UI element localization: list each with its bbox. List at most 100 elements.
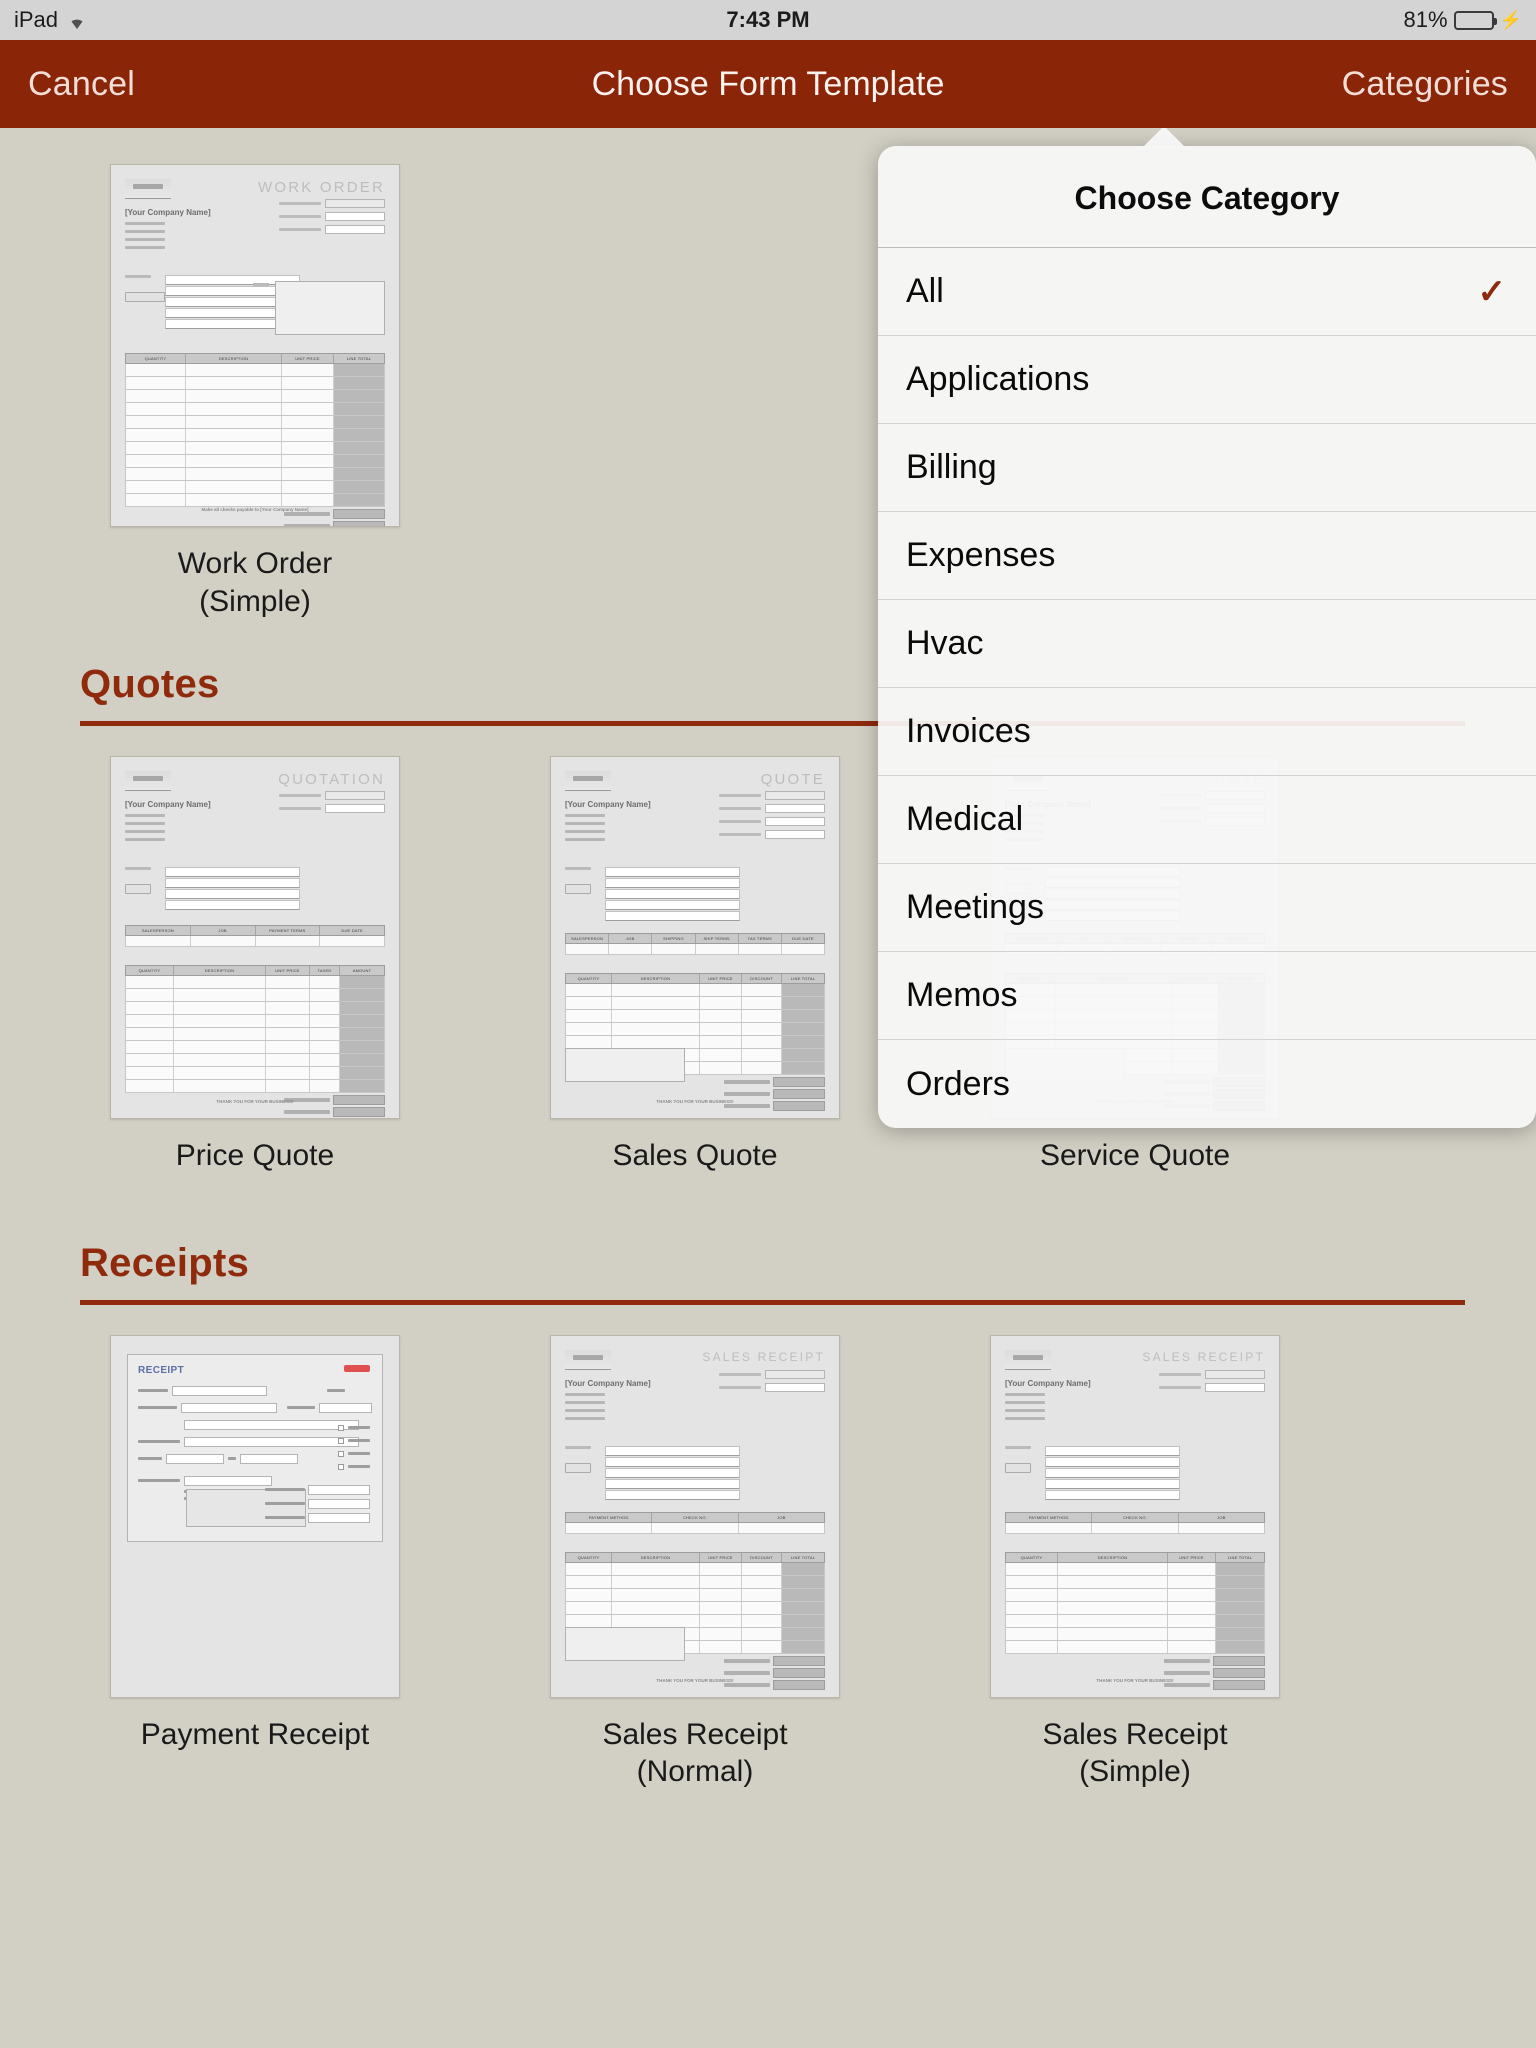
terms-table: PAYMENT METHOD CHECK NO. JOB (565, 1511, 825, 1534)
doc-preview-work-order: WORK ORDER [Your Company Name] QUANTITY … (111, 165, 399, 526)
category-popover[interactable]: Choose Category All✓Applications✓Billing… (878, 146, 1536, 1128)
section-divider (80, 1299, 1465, 1305)
doc-meta-fields (277, 791, 385, 817)
line-items-table: QUANTITY DESCRIPTION UNIT PRICE LINE TOT… (125, 353, 385, 526)
address-lines (125, 814, 385, 841)
category-item-all[interactable]: All ✓ (878, 248, 1536, 336)
category-item-medical[interactable]: Medical✓ (878, 776, 1536, 864)
doc-footnote: THANK YOU FOR YOUR BUSINESS! (656, 1099, 734, 1104)
template-card-work-order-simple[interactable]: WORK ORDER [Your Company Name] QUANTITY … (80, 164, 430, 620)
totals-block (565, 1077, 825, 1113)
category-item-label: Hvac (906, 624, 984, 662)
template-label: Sales Receipt (Simple) (1042, 1716, 1227, 1791)
address-lines (565, 1392, 825, 1420)
battery-percent-label: 81% (1403, 7, 1448, 32)
category-item-label: Expenses (906, 536, 1056, 574)
template-card-sales-receipt-simple[interactable]: SALES RECEIPT [Your Company Name] PAYMEN… (960, 1334, 1310, 1791)
template-label: Sales Receipt (Normal) (602, 1716, 787, 1791)
template-thumbnail[interactable]: WORK ORDER [Your Company Name] QUANTITY … (110, 164, 400, 527)
category-item-hvac[interactable]: Hvac✓ (878, 600, 1536, 688)
bill-to-block (565, 1445, 740, 1501)
template-thumbnail[interactable]: QUOTATION [Your Company Name] SALESPERSO… (110, 756, 400, 1119)
terms-table: SALESPERSON JOB SHIPPING SHIP TERMS TAX TER… (565, 933, 825, 955)
table-header-row: QUANTITY DESCRIPTION UNIT PRICE DISCOUNT LI… (565, 1551, 825, 1563)
doc-footnote: THANK YOU FOR YOUR BUSINESS! (216, 1099, 294, 1104)
category-item-memos[interactable]: Memos✓ (878, 952, 1536, 1040)
totals-block (1005, 1655, 1265, 1692)
popover-arrow (1142, 128, 1186, 148)
template-label: Payment Receipt (140, 1717, 370, 1751)
template-label-line2: (Normal) (636, 1755, 754, 1788)
doc-preview-payment-receipt: RECEIPT (111, 1336, 399, 1697)
template-card-payment-receipt[interactable]: RECEIPT Payment Receipt (80, 1334, 430, 1791)
template-card-price-quote[interactable]: QUOTATION [Your Company Name] SALESPERSO… (80, 756, 430, 1175)
doc-meta-fields (277, 199, 385, 238)
template-thumbnail[interactable]: SALES RECEIPT [Your Company Name] PAYMEN… (550, 1334, 840, 1698)
template-label-line2: (Simple) (199, 584, 311, 618)
category-item-orders[interactable]: Orders✓ (878, 1040, 1536, 1128)
template-thumbnail[interactable]: QUOTE [Your Company Name] (550, 756, 840, 1119)
company-logo-placeholder (1005, 1349, 1051, 1370)
line-items-table: QUANTITYDESCRIPTION UNIT PRICELINE TOTAL (1005, 1551, 1265, 1692)
doc-footnote: Make all checks payable to [Your Company… (201, 507, 309, 512)
line-items-table: QUANTITY DESCRIPTION UNIT PRICE TAXED AMOUN… (125, 965, 385, 1118)
doc-title-text: WORK ORDER (258, 179, 385, 196)
category-list[interactable]: All✓Applications✓Billing✓Expenses✓Hvac✓I… (878, 248, 1536, 1128)
section-header-receipts: Receipts (0, 1241, 1536, 1305)
receipt-number-highlight (344, 1364, 370, 1372)
doc-footnote: THANK YOU FOR YOUR BUSINESS! (656, 1677, 734, 1683)
category-item-expenses[interactable]: Expenses✓ (878, 512, 1536, 600)
company-logo-placeholder (125, 771, 171, 791)
checkmark-icon: ✓ (1477, 272, 1507, 311)
lightning-bolt-icon: ⚡ (1499, 9, 1522, 30)
wifi-icon (66, 11, 88, 29)
cancel-button[interactable]: Cancel (28, 65, 135, 104)
template-label: Sales Quote (612, 1139, 778, 1172)
category-item-billing[interactable]: Billing✓ (878, 424, 1536, 512)
signature-box (565, 1626, 685, 1661)
popover-title: Choose Category (878, 146, 1536, 248)
doc-title-text: SALES RECEIPT (702, 1349, 825, 1364)
line-items-table: QUANTITY DESCRIPTION UNIT PRICE DISCOUNT LI… (565, 1551, 825, 1692)
table-header-row: QUANTITY DESCRIPTION UNIT PRICE DISCOUNT LI… (565, 973, 825, 984)
template-row-receipts: RECEIPT Payment Receipt SALES RECEIPT [Y… (0, 1334, 1536, 1791)
table-header-row: SALESPERSON JOB SHIPPING SHIP TERMS TAX TER… (565, 933, 825, 944)
status-bar: iPad 7:43 PM 81% ⚡ (0, 0, 1536, 40)
category-item-label: Meetings (906, 888, 1044, 926)
doc-title-text: QUOTE (760, 771, 825, 788)
terms-table: SALESPERSON JOB PAYMENT TERMS DUE DATE (125, 925, 385, 947)
template-card-sales-receipt-normal[interactable]: SALES RECEIPT [Your Company Name] PAYMEN… (520, 1334, 870, 1791)
table-header-row: PAYMENT METHOD CHECK NO. JOB (565, 1511, 825, 1523)
categories-button[interactable]: Categories (1342, 65, 1508, 104)
doc-title-text: SALES RECEIPT (1142, 1349, 1265, 1364)
bill-to-block (1005, 1445, 1180, 1501)
status-right-group: 81% ⚡ (1404, 7, 1522, 33)
bill-to-block (565, 867, 740, 922)
template-gallery[interactable]: WORK ORDER [Your Company Name] QUANTITY … (0, 128, 1536, 2048)
category-item-applications[interactable]: Applications✓ (878, 336, 1536, 424)
bill-to-block (125, 867, 300, 911)
template-thumbnail[interactable]: RECEIPT (110, 1334, 400, 1698)
template-thumbnail[interactable]: SALES RECEIPT [Your Company Name] PAYMEN… (990, 1334, 1280, 1698)
category-item-label: Applications (906, 360, 1090, 398)
template-label: Service Quote (1039, 1139, 1231, 1172)
template-label: Price Quote (175, 1139, 335, 1172)
address-lines (1005, 1392, 1265, 1420)
category-item-label: All (906, 272, 944, 310)
category-item-meetings[interactable]: Meetings✓ (878, 864, 1536, 952)
category-item-label: Orders (906, 1064, 1010, 1103)
template-label-line2: (Simple) (1079, 1755, 1191, 1788)
doc-preview-sales-receipt-simple: SALES RECEIPT [Your Company Name] PAYMEN… (991, 1336, 1279, 1697)
template-card-sales-quote[interactable]: QUOTE [Your Company Name] SALESPERSON JO… (520, 756, 870, 1175)
payment-method-options (338, 1424, 370, 1477)
category-item-label: Invoices (906, 712, 1031, 750)
status-bar-time: 7:43 PM (726, 7, 810, 32)
company-logo-placeholder (125, 179, 171, 199)
device-name: iPad (14, 7, 59, 32)
table-header-row: SALESPERSON JOB PAYMENT TERMS DUE DATE (125, 925, 385, 936)
ship-to-box (275, 281, 385, 335)
category-item-label: Billing (906, 448, 997, 486)
category-item-invoices[interactable]: Invoices✓ (878, 688, 1536, 776)
table-header-row: PAYMENT METHOD CHECK NO. JOB (1005, 1511, 1265, 1523)
template-label: Work Order (Simple) (178, 545, 332, 620)
